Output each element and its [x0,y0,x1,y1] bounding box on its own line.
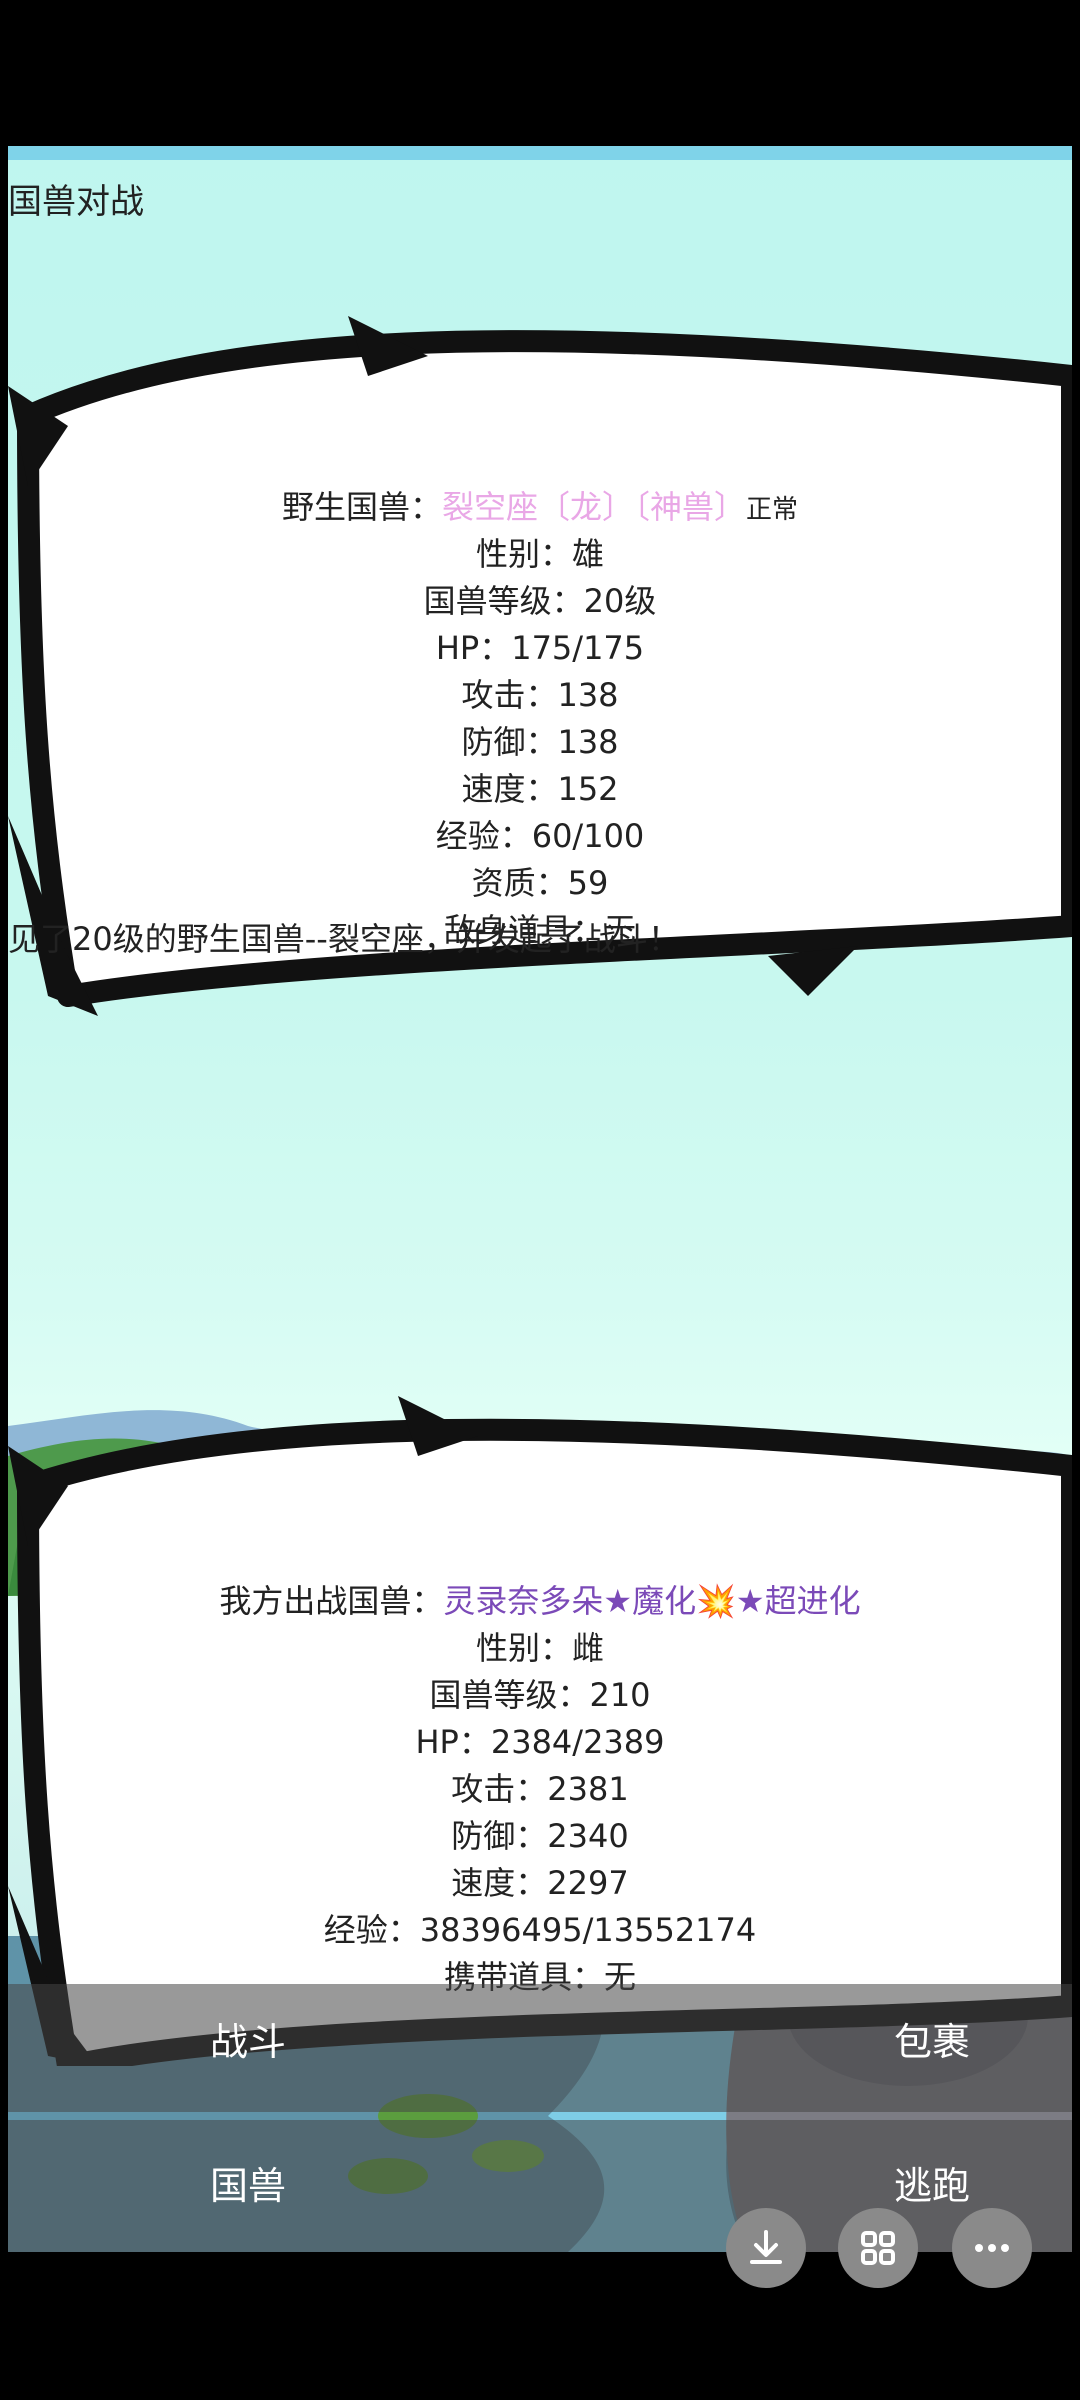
enemy-hp: HP：175/175 [435,629,645,667]
enemy-exp: 经验：60/100 [435,817,645,855]
enemy-name: 裂空座〔龙〕〔神兽〕 [441,488,746,526]
more-button[interactable] [952,2208,1032,2288]
player-attack: 攻击：2381 [451,1770,629,1808]
enemy-name-line: 野生国兽：裂空座〔龙〕〔神兽〕正常 [8,484,1072,531]
download-icon [750,2230,782,2264]
enemy-defense: 防御：138 [461,723,619,761]
fight-button[interactable]: 战斗 [98,1984,398,2112]
beasts-button[interactable]: 国兽 [98,2120,398,2252]
enemy-info-bubble: 野生国兽：裂空座〔龙〕〔神兽〕正常 性别：雄 国兽等级：20级 HP：175/1… [8,256,1072,1016]
battle-message: 见了20级的野生国兽--裂空座，并发起了战斗！ [8,920,680,958]
enemy-level: 国兽等级：20级 [423,582,657,620]
action-menu: 战斗 包裹 国兽 逃跑 [8,1984,1072,2252]
menu-row-top: 战斗 包裹 [8,1984,1072,2112]
page-title: 国兽对战 [8,182,144,222]
player-name-prefix: 我方出战国兽： [219,1582,444,1620]
top-strip [8,146,1072,160]
grid-icon [861,2231,895,2265]
enemy-aptitude: 资质：59 [471,864,609,902]
player-hp: HP：2384/2389 [415,1723,665,1761]
grid-button[interactable] [838,2208,918,2288]
player-info-bubble: 我方出战国兽：灵录奈多朵★魔化💥★超进化 性别：雌 国兽等级：210 HP：23… [8,1366,1072,2066]
enemy-name-prefix: 野生国兽： [281,488,442,526]
player-gender: 性别：雌 [475,1629,604,1667]
game-screen: 国兽对战 野生国兽：裂空座〔龙〕〔神兽〕正常 性别：雄 国兽等级：20级 HP：… [8,146,1072,2252]
download-button[interactable] [726,2208,806,2288]
bag-button[interactable]: 包裹 [782,1984,1072,2112]
player-exp: 经验：38396495/13552174 [323,1911,757,1949]
more-icon [975,2244,1009,2252]
enemy-speed: 速度：152 [461,770,619,808]
enemy-attack: 攻击：138 [461,676,619,714]
player-level: 国兽等级：210 [429,1676,651,1714]
player-name-line: 我方出战国兽：灵录奈多朵★魔化💥★超进化 [8,1578,1072,1625]
player-name: 灵录奈多朵★魔化💥★超进化 [443,1582,861,1620]
enemy-gender: 性别：雄 [475,535,604,573]
enemy-status: 正常 [746,495,799,525]
player-speed: 速度：2297 [451,1864,629,1902]
player-defense: 防御：2340 [451,1817,629,1855]
